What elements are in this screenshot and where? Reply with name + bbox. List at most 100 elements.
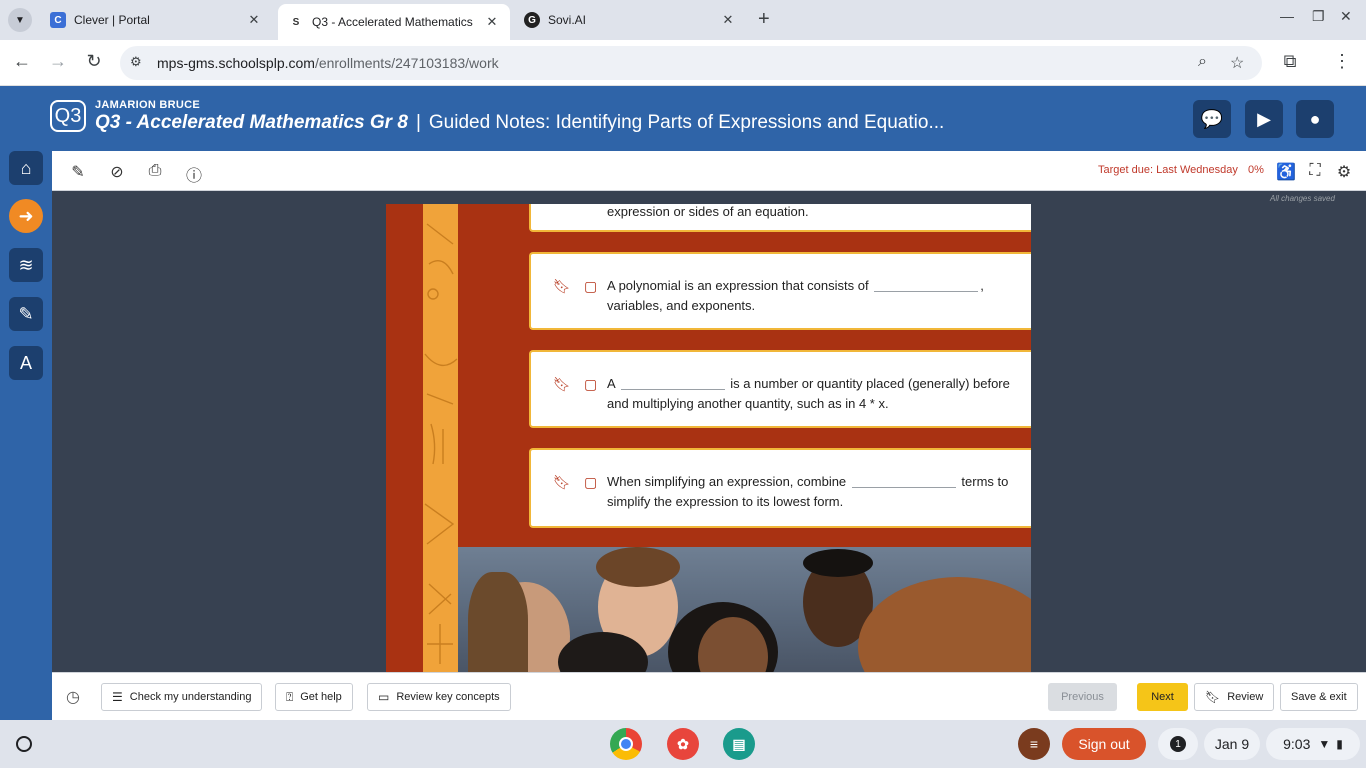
sticky-note-icon[interactable]: ▢ [584,276,597,296]
q3-logo: Q3 [50,100,86,132]
home-button[interactable]: ⌂ [9,151,43,185]
minimize-icon[interactable]: — [1280,8,1294,24]
browser-tab-strip: ▼ C Clever | Portal ✕ S Q3 - Accelerated… [0,0,1366,40]
print-icon[interactable]: ⎙ [145,162,165,180]
clever-favicon-icon: C [50,12,66,28]
arrow-right-icon: ➜ [18,205,34,226]
answer-blank[interactable] [874,277,979,292]
close-tab-icon[interactable]: ✕ [484,14,500,30]
books-icon: ≡ [1029,736,1039,752]
extensions-icon[interactable]: ⧉ [1278,51,1302,72]
chat-button[interactable]: 💬 [1193,100,1231,138]
bookmark-icon[interactable]: 🔖︎ [553,276,571,296]
note-card: 🔖︎ ▢ A is a number or quantity placed (g… [529,350,1031,428]
wifi-icon: ▼ [1318,737,1331,751]
photo-hair [468,572,528,672]
layers-icon: ≋ [18,254,34,275]
bookmark-icon[interactable]: 🔖︎ [553,472,571,492]
new-tab-button[interactable]: + [758,8,770,31]
close-tab-icon[interactable]: ✕ [720,12,736,28]
notifications-button[interactable]: 1 [1158,728,1198,760]
save-exit-button[interactable]: Save & exit [1280,683,1358,711]
bookmark-icon: 🔖︎ [1205,690,1221,704]
highlighter-icon[interactable]: ✎ [68,162,88,182]
tab-search-button[interactable]: ▼ [8,8,32,32]
fullscreen-icon[interactable]: ⛶ [1305,162,1325,180]
button-label: Get help [300,691,342,703]
accessibility-icon[interactable]: ♿ [1276,162,1296,182]
bookmark-icon[interactable]: 🔖︎ [553,374,571,394]
video-button[interactable]: ▶ [1245,100,1283,138]
restore-icon[interactable]: ❐ [1312,8,1325,25]
tab-sovi-ai[interactable]: G Sovi.AI ✕ [514,4,746,36]
info-icon[interactable]: ⓘ [184,162,204,186]
url-host: mps-gms.schoolsplp.com [157,55,315,71]
review-button[interactable]: 🔖︎ Review [1194,683,1275,711]
note-text-before: A [607,376,615,391]
chrome-app-icon[interactable] [610,728,642,760]
tab-title: Clever | Portal [74,13,150,27]
answer-blank[interactable] [620,375,725,390]
photo-hair [858,577,1031,672]
back-icon[interactable]: ← [10,51,34,72]
previous-button[interactable]: Previous [1048,683,1117,711]
translate-button[interactable]: A [9,346,43,380]
url-text[interactable]: mps-gms.schoolsplp.com/enrollments/24710… [157,55,499,71]
launcher-icon[interactable] [16,736,32,752]
status-tray[interactable]: 9:03 ▼ ▮ [1266,728,1360,760]
checklist-icon: ☰ [112,690,123,704]
check-understanding-button[interactable]: ☰ Check my understanding [101,683,263,711]
url-path: /enrollments/247103183/work [314,55,499,71]
sovi-favicon-icon: G [524,12,540,28]
notification-count: 1 [1170,736,1186,752]
button-label: Save & exit [1291,691,1347,703]
answer-blank[interactable] [851,473,956,488]
reload-icon[interactable]: ↻ [82,51,106,72]
tab-title: Q3 - Accelerated Mathematics [312,15,473,29]
get-help-button[interactable]: ⍰ Get help [275,683,353,711]
app-header: Q3 JAMARION BRUCE Q3 - Accelerated Mathe… [0,86,1366,151]
address-bar[interactable]: ⚙ mps-gms.schoolsplp.com/enrollments/247… [120,46,1262,80]
bookmark-star-icon[interactable]: ☆ [1230,53,1244,73]
photo-hair [596,547,680,587]
schoolsplp-favicon-icon: S [288,14,304,30]
activity-toolbar: ✎ ⊘ ⎙ ⓘ Target due: Last Wednesday 0% ♿ … [52,151,1366,191]
note-text-before: When simplifying an expression, combine [607,474,847,489]
zoom-icon[interactable]: ⌕ [1198,53,1207,71]
canvas-app-icon[interactable]: ✿ [667,728,699,760]
next-button[interactable]: Next [1137,683,1188,711]
settings-gear-icon[interactable]: ⚙ [1334,162,1354,182]
eliminate-icon[interactable]: ⊘ [107,162,127,182]
photo-hair [803,549,873,577]
os-shelf: ✿ ▤ ≡ Sign out 1 Jan 9 9:03 ▼ ▮ [0,720,1366,768]
edit-icon: ✎ [18,303,34,324]
close-tab-icon[interactable]: ✕ [246,12,262,28]
translate-icon: A [19,352,32,373]
tab-accelerated-math[interactable]: S Q3 - Accelerated Mathematics ✕ [278,4,510,40]
classroom-app-icon[interactable]: ▤ [723,728,755,760]
note-text: expression or sides of an equation. [607,204,809,219]
layers-button[interactable]: ≋ [9,248,43,282]
history-clock-icon[interactable]: ◷ [66,687,80,707]
date-button[interactable]: Jan 9 [1204,728,1260,760]
books-app-icon[interactable]: ≡ [1018,728,1050,760]
math-doodle-graphic [424,223,458,664]
sign-out-button[interactable]: Sign out [1062,728,1146,760]
bottom-bar: ◷ ☰ Check my understanding ⍰ Get help ▭ Rev… [52,672,1366,720]
notes-button[interactable]: ✎ [9,297,43,331]
profile-button[interactable]: ● [1296,100,1334,138]
forward-icon[interactable]: → [46,51,70,72]
more-menu-icon[interactable]: ⋮ [1330,51,1354,72]
decorative-stripe [423,204,458,672]
note-text-before: A polynomial is an expression that consi… [607,278,869,293]
assignments-button[interactable]: ➜ [9,199,43,233]
sticky-note-icon[interactable]: ▢ [584,472,597,492]
close-window-icon[interactable]: ✕ [1340,8,1352,25]
title-separator: | [415,112,421,133]
tab-clever-portal[interactable]: C Clever | Portal ✕ [40,4,272,36]
site-info-icon[interactable]: ⚙ [130,54,142,70]
review-key-concepts-button[interactable]: ▭ Review key concepts [367,683,511,711]
content-area: expression or sides of an equation. 🔖︎ ▢… [64,204,1352,672]
sticky-note-icon[interactable]: ▢ [584,374,597,394]
battery-icon: ▮ [1336,737,1343,751]
